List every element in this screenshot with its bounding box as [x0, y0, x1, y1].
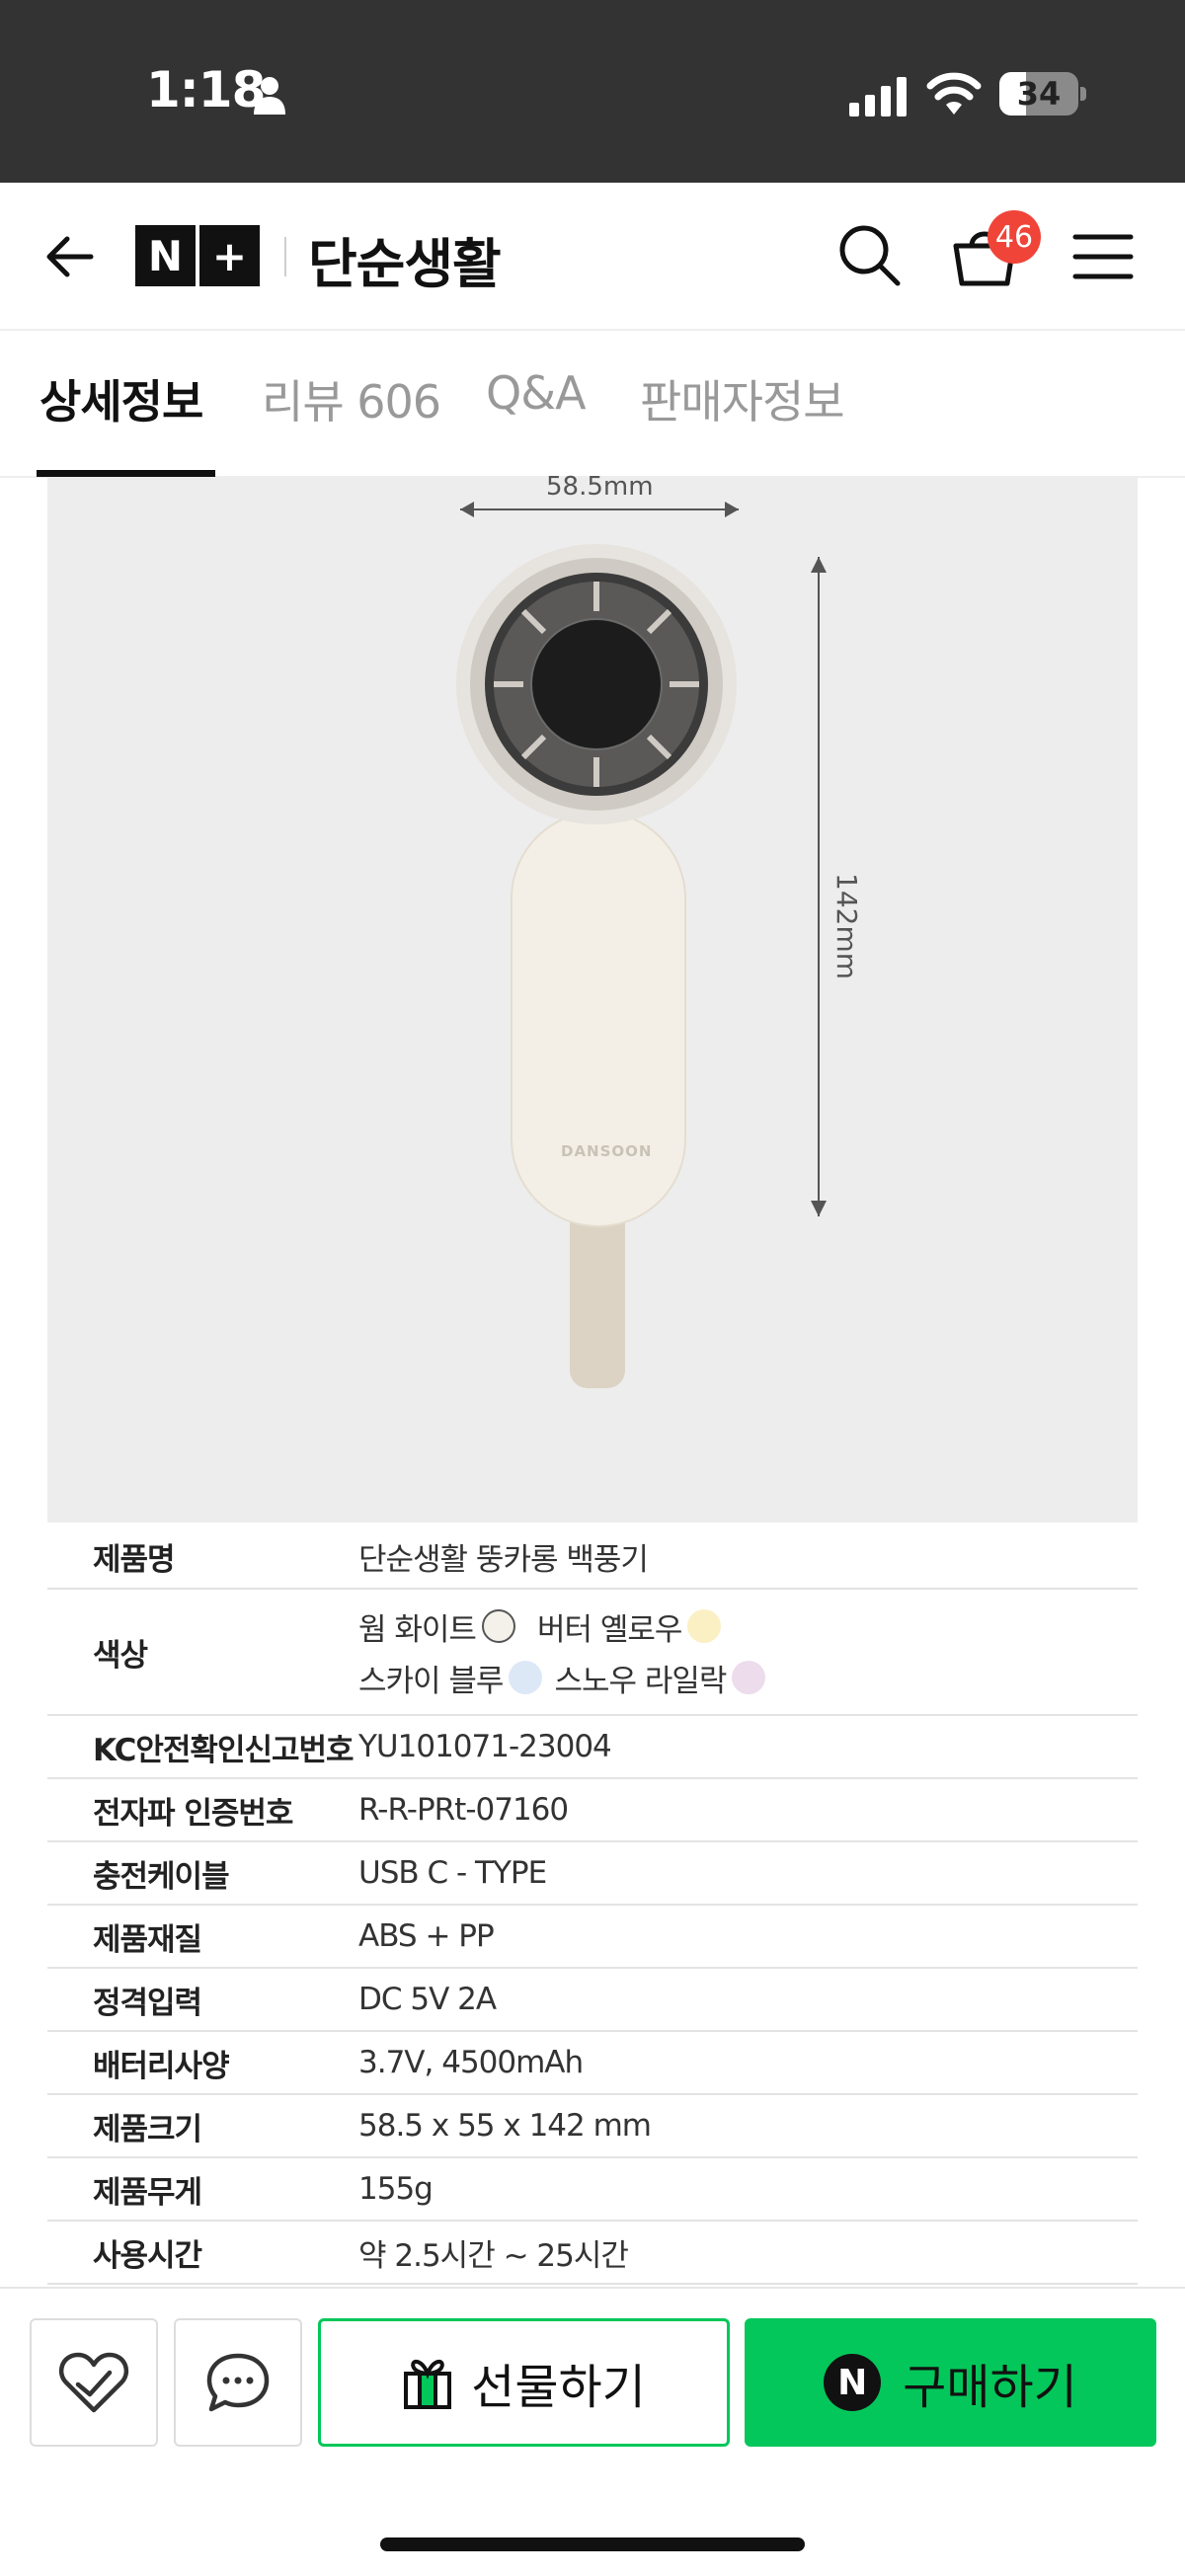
spec-label: 전자파 인증번호: [93, 1795, 293, 1832]
spec-value: ABS + PP: [358, 1918, 495, 1954]
spec-value: 155g: [358, 2171, 434, 2207]
spec-row: 제품재질 ABS + PP: [47, 1906, 1138, 1969]
spec-value: DC 5V 2A: [358, 1982, 497, 2017]
chat-button[interactable]: [174, 2318, 302, 2447]
logo-n: N: [135, 225, 196, 286]
spec-label: 제품크기: [93, 2111, 202, 2147]
spec-label: 배터리사양: [93, 2048, 230, 2084]
color-swatch-butter-yellow: [687, 1609, 722, 1643]
status-time: 1:18: [146, 61, 266, 118]
width-dimension-label: 58.5mm: [546, 472, 654, 502]
color-name: 스노우 라일락: [554, 1663, 727, 1699]
spec-row: 제품무게 155g: [47, 2158, 1138, 2222]
spec-row: 배터리사양 3.7V, 4500mAh: [47, 2032, 1138, 2095]
spec-label: 제품재질: [93, 1921, 202, 1958]
naver-plus-logo[interactable]: N +: [135, 225, 260, 286]
purchase-bar: 선물하기 N 구매하기: [0, 2287, 1185, 2576]
color-name: 스카이 블루: [358, 1663, 504, 1699]
gift-button-label: 선물하기: [471, 2360, 646, 2415]
spec-row: 제품크기 58.5 x 55 x 142 mm: [47, 2095, 1138, 2158]
person-icon: [254, 77, 285, 115]
spec-label: 정격입력: [93, 1985, 202, 2021]
color-options: 웜 화이트 버터 옐로우 스카이 블루 스노우 라일락: [358, 1600, 777, 1703]
spec-row: 제품명 단순생활 뚱카롱 백풍기: [47, 1524, 1138, 1590]
spec-row: 충전케이블 USB C - TYPE: [47, 1842, 1138, 1906]
spec-row: 사용시간 약 2.5시간 ~ 25시간: [47, 2222, 1138, 2285]
spec-label: 충전케이블: [93, 1858, 230, 1895]
spec-value: 단순생활 뚱카롱 백풍기: [358, 1541, 649, 1578]
cellular-signal-icon: [849, 77, 907, 117]
color-swatch-sky-blue: [509, 1661, 543, 1694]
wishlist-button[interactable]: [30, 2318, 158, 2447]
spec-row: 정격입력 DC 5V 2A: [47, 1969, 1138, 2032]
status-bar: 1:18 34: [0, 0, 1185, 183]
spec-row: 전자파 인증번호 R-R-PRt-07160: [47, 1779, 1138, 1842]
home-indicator: [380, 2537, 805, 2551]
spec-value: 58.5 x 55 x 142 mm: [358, 2108, 652, 2144]
detail-tabs: 상세정보 리뷰 606 Q&A 판매자정보: [0, 333, 1185, 478]
active-tab-indicator: [37, 470, 215, 477]
npay-icon: N: [824, 2354, 882, 2411]
tab-reviews[interactable]: 리뷰 606: [262, 366, 441, 431]
color-swatch-warm-white: [481, 1609, 515, 1643]
header-divider: [284, 237, 286, 276]
color-name: 버터 옐로우: [536, 1611, 682, 1648]
color-swatch-snow-lilac: [732, 1661, 766, 1694]
brand-mark: DANSOON: [561, 1142, 653, 1160]
buy-button[interactable]: N 구매하기: [745, 2318, 1156, 2447]
store-header: N + 단순생활 46: [0, 183, 1185, 331]
fan-illustration: [456, 502, 827, 1388]
gift-button[interactable]: 선물하기: [318, 2318, 730, 2447]
spec-label: 색상: [93, 1637, 148, 1674]
spec-label: KC안전확인신고번호: [93, 1732, 355, 1768]
buy-button-label: 구매하기: [903, 2360, 1077, 2415]
spec-value: 약 2.5시간 ~ 25시간: [358, 2237, 629, 2274]
battery-indicator: 34: [999, 72, 1078, 116]
spec-table: 제품명 단순생활 뚱카롱 백풍기 색상 웜 화이트 버터 옐로우 스카이 블루 …: [47, 1524, 1138, 2285]
gift-icon: [404, 2360, 452, 2409]
spec-value: USB C - TYPE: [358, 1855, 547, 1891]
spec-label: 제품명: [93, 1541, 176, 1578]
hamburger-menu-icon[interactable]: [1071, 227, 1135, 286]
tab-qna[interactable]: Q&A: [486, 366, 587, 420]
store-name[interactable]: 단순생활: [308, 220, 502, 298]
cart-count-badge: 46: [988, 210, 1041, 264]
spec-row: KC안전확인신고번호 YU101071-23004: [47, 1716, 1138, 1779]
logo-plus: +: [199, 225, 260, 286]
search-icon[interactable]: [834, 220, 904, 289]
heart-check-icon: [58, 2352, 129, 2413]
tab-details[interactable]: 상세정보: [40, 366, 203, 431]
spec-value: R-R-PRt-07160: [358, 1792, 569, 1828]
spec-row-colors: 색상 웜 화이트 버터 옐로우 스카이 블루 스노우 라일락: [47, 1590, 1138, 1716]
height-dimension-label: 142mm: [830, 873, 863, 979]
chat-bubble-icon: [206, 2353, 270, 2412]
product-image: 58.5mm 142mm DANSOON: [47, 472, 1138, 1522]
spec-label: 제품무게: [93, 2174, 202, 2211]
spec-value: 3.7V, 4500mAh: [358, 2045, 584, 2080]
arrow-left-icon[interactable]: [40, 227, 99, 286]
spec-label: 사용시간: [93, 2237, 202, 2274]
wifi-icon: [926, 72, 982, 115]
battery-tip: [1080, 87, 1086, 101]
tab-seller-info[interactable]: 판매자정보: [640, 366, 845, 431]
battery-percent: 34: [1016, 75, 1062, 113]
color-name: 웜 화이트: [358, 1611, 477, 1648]
spec-value: YU101071-23004: [358, 1729, 612, 1764]
